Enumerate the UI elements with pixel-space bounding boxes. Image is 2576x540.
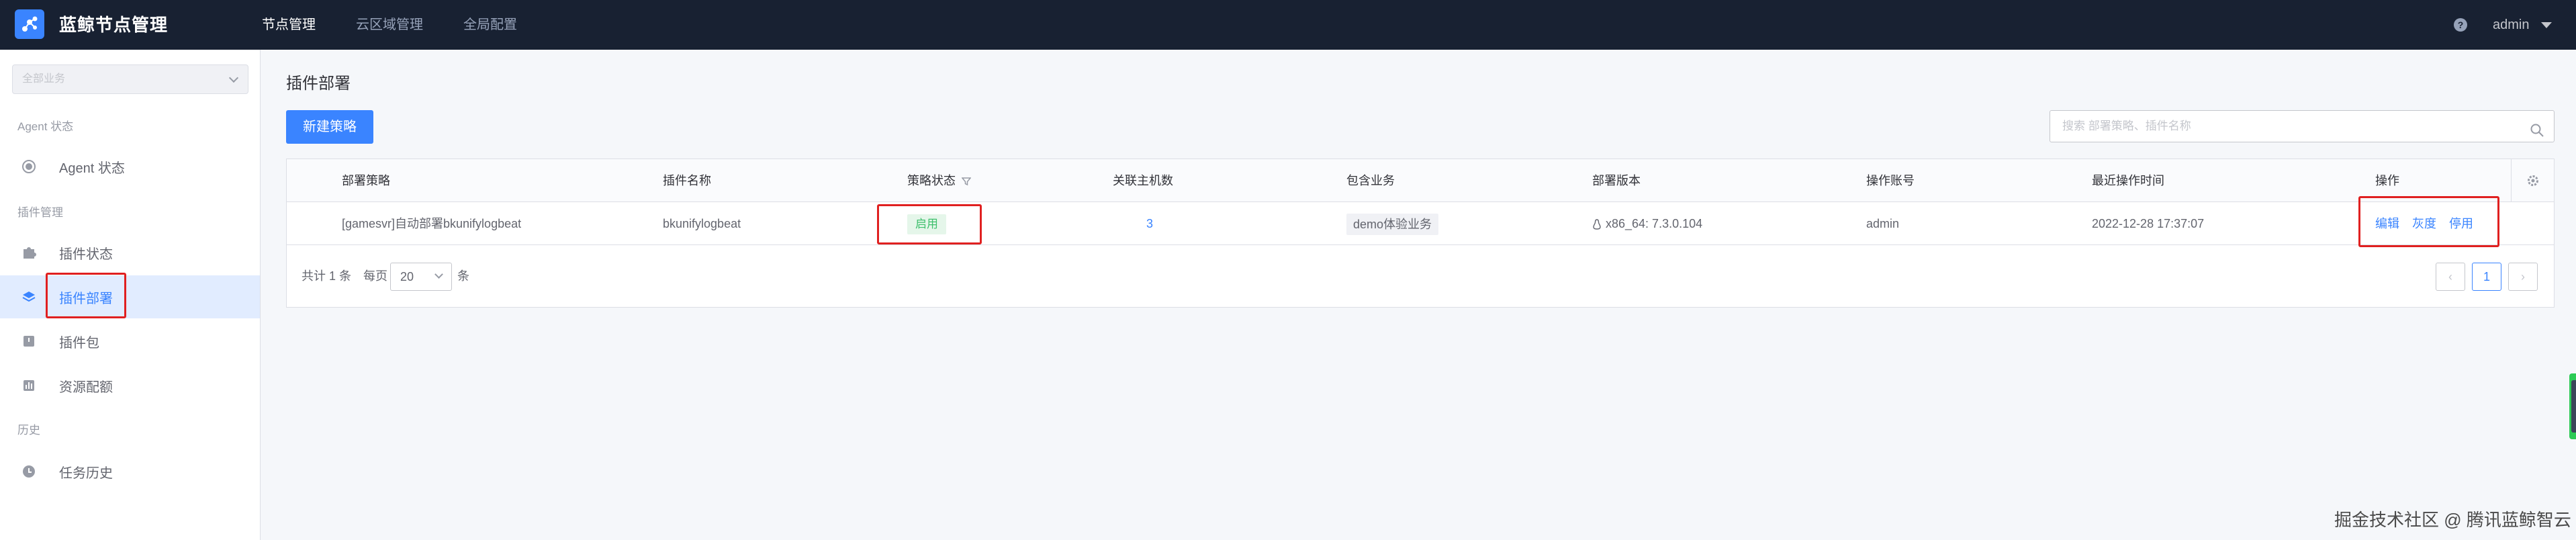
search-input[interactable]: 搜索 部署策略、插件名称 bbox=[2050, 110, 2555, 142]
business-select-value: 全部业务 bbox=[22, 73, 66, 85]
chevron-down-icon bbox=[434, 270, 443, 279]
nav-global-config[interactable]: 全局配置 bbox=[463, 0, 517, 50]
cell-version: x86_64: 7.3.0.104 bbox=[1592, 202, 1702, 245]
highlight-box-status bbox=[877, 204, 982, 244]
chevron-down-icon bbox=[228, 73, 239, 83]
col-plugin-name: 插件名称 bbox=[663, 174, 711, 187]
version-text: x86_64: 7.3.0.104 bbox=[1606, 217, 1703, 230]
col-status-label: 策略状态 bbox=[907, 174, 956, 187]
sidebar-item-plugin-package[interactable]: 插件包 bbox=[0, 320, 260, 363]
nav-cloud-area-management[interactable]: 云区域管理 bbox=[356, 0, 423, 50]
per-page-prefix: 每页 bbox=[363, 269, 387, 283]
col-operator: 操作账号 bbox=[1866, 174, 1915, 187]
page-title: 插件部署 bbox=[286, 75, 351, 93]
cell-host-count[interactable]: 3 bbox=[1146, 202, 1153, 245]
quota-icon bbox=[21, 378, 36, 393]
col-last-time: 最近操作时间 bbox=[2092, 174, 2164, 187]
sidebar-item-plugin-status[interactable]: 插件状态 bbox=[0, 231, 260, 274]
package-icon bbox=[21, 334, 36, 349]
col-version: 部署版本 bbox=[1592, 174, 1641, 187]
business-tag: demo体验业务 bbox=[1346, 214, 1439, 236]
policy-table: 部署策略 插件名称 策略状态 关联主机数 包含业务 部署版本 操作账号 最近操作… bbox=[286, 159, 2555, 308]
col-business: 包含业务 bbox=[1346, 174, 1395, 187]
table-row: [gamesvr]自动部署bkunifylogbeat bkunifylogbe… bbox=[287, 202, 2554, 245]
group-plugin: 插件管理 bbox=[17, 206, 63, 219]
total-count: 共计 1 条 bbox=[302, 269, 352, 283]
nav-node-management[interactable]: 节点管理 bbox=[262, 0, 316, 50]
sidebar-item-label: 任务历史 bbox=[59, 465, 113, 481]
page-1-button[interactable]: 1 bbox=[2472, 263, 2501, 291]
app-logo-icon[interactable] bbox=[15, 9, 44, 39]
search-placeholder: 搜索 部署策略、插件名称 bbox=[2062, 120, 2191, 132]
help-icon[interactable]: ? bbox=[2454, 18, 2467, 32]
sidebar-item-label: 资源配额 bbox=[59, 379, 113, 395]
col-host-count: 关联主机数 bbox=[1113, 174, 1173, 187]
puzzle-icon bbox=[21, 245, 36, 260]
sidebar-item-resource-quota[interactable]: 资源配额 bbox=[0, 364, 260, 407]
highlight-box-sidebar bbox=[46, 273, 126, 318]
business-select[interactable]: 全部业务 bbox=[12, 64, 248, 94]
next-page-button[interactable]: › bbox=[2508, 263, 2538, 291]
page-size-select[interactable]: 20 bbox=[390, 263, 452, 291]
sidebar-item-task-history[interactable]: 任务历史 bbox=[0, 450, 260, 493]
watermark: 掘金技术社区 @ 腾讯蓝鲸智云 bbox=[2334, 510, 2571, 530]
layers-icon bbox=[21, 289, 36, 304]
prev-page-button[interactable]: ‹ bbox=[2436, 263, 2465, 291]
chevron-right-icon: › bbox=[2521, 270, 2525, 283]
caret-down-icon[interactable] bbox=[2541, 22, 2552, 28]
highlight-box-actions bbox=[2358, 196, 2499, 247]
floating-side-handle-inner bbox=[2571, 380, 2576, 433]
sidebar: 全部业务 Agent 状态 Agent 状态 插件管理 插件状态 插件部署 插件… bbox=[0, 50, 261, 540]
col-policy: 部署策略 bbox=[342, 174, 390, 187]
sidebar-item-label: 插件状态 bbox=[59, 246, 113, 262]
table-header: 部署策略 插件名称 策略状态 关联主机数 包含业务 部署版本 操作账号 最近操作… bbox=[287, 159, 2554, 202]
filter-icon[interactable] bbox=[961, 177, 972, 186]
group-agent: Agent 状态 bbox=[17, 120, 74, 133]
cell-last-time: 2022-12-28 17:37:07 bbox=[2092, 217, 2205, 230]
search-icon[interactable] bbox=[2530, 119, 2544, 137]
page-size-value: 20 bbox=[400, 270, 414, 283]
top-nav: 节点管理 云区域管理 全局配置 bbox=[262, 0, 557, 50]
agent-status-icon bbox=[21, 159, 36, 174]
table-settings[interactable] bbox=[2511, 159, 2554, 202]
col-status[interactable]: 策略状态 bbox=[907, 159, 972, 202]
sidebar-item-label: Agent 状态 bbox=[59, 161, 125, 176]
gear-icon[interactable] bbox=[2526, 174, 2540, 187]
sidebar-item-label: 插件包 bbox=[59, 335, 99, 351]
pagination: 共计 1 条 每页 20 条 ‹ 1 › bbox=[287, 245, 2554, 308]
user-menu[interactable]: admin bbox=[2493, 0, 2529, 50]
cell-business: demo体验业务 bbox=[1346, 202, 1439, 245]
clock-icon bbox=[21, 464, 36, 479]
app-title: 蓝鲸节点管理 bbox=[59, 15, 169, 35]
cell-plugin-name: bkunifylogbeat bbox=[663, 217, 741, 230]
top-bar: 蓝鲸节点管理 节点管理 云区域管理 全局配置 ? admin bbox=[0, 0, 2576, 50]
group-history: 历史 bbox=[17, 424, 40, 437]
per-page-suffix: 条 bbox=[457, 269, 469, 283]
new-policy-button[interactable]: 新建策略 bbox=[286, 110, 373, 144]
cell-operator: admin bbox=[1866, 217, 1900, 230]
chevron-left-icon: ‹ bbox=[2448, 270, 2452, 283]
cell-policy[interactable]: [gamesvr]自动部署bkunifylogbeat bbox=[342, 202, 521, 245]
linux-icon bbox=[1593, 219, 1601, 230]
sidebar-item-plugin-deploy[interactable]: 插件部署 bbox=[0, 275, 260, 318]
sidebar-item-agent-status[interactable]: Agent 状态 bbox=[0, 145, 260, 188]
